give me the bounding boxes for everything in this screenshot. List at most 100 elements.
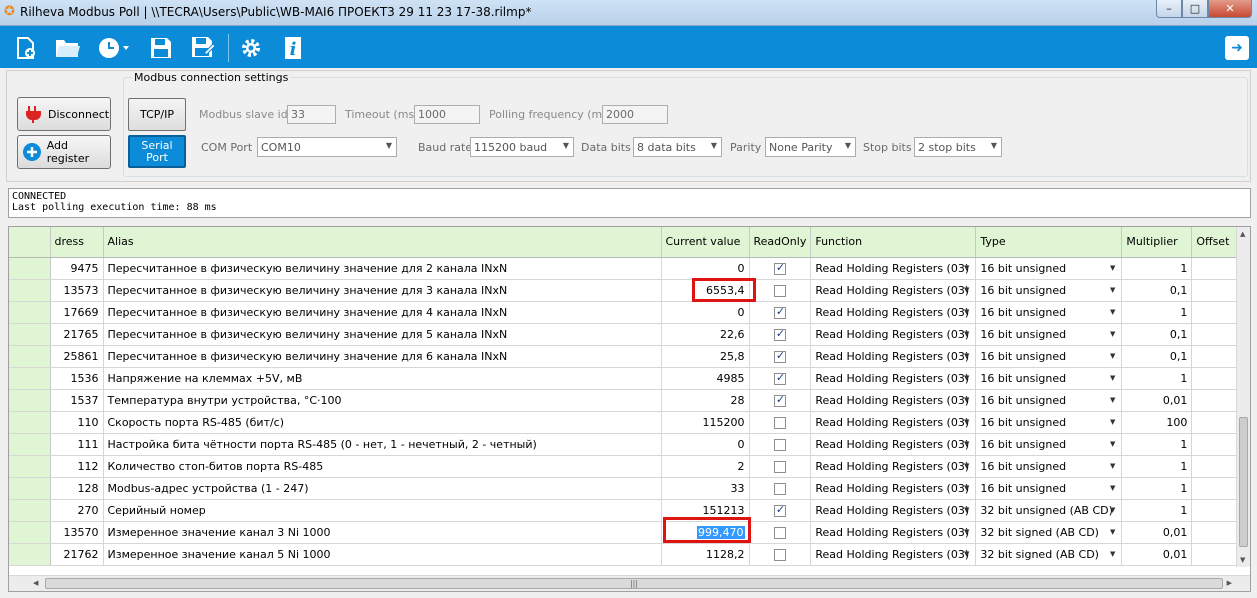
cell-type[interactable]: 16 bit unsigned ▼ — [975, 477, 1123, 500]
cell-alias[interactable]: Измеренное значение канал 5 Ni 1000 — [103, 543, 662, 566]
add-register-button[interactable]: Add register — [17, 135, 111, 169]
cell-offset[interactable] — [1191, 543, 1243, 566]
chevron-down-icon[interactable]: ▼ — [1110, 462, 1115, 470]
cell-readonly[interactable] — [749, 477, 812, 500]
chevron-down-icon[interactable]: ▼ — [964, 330, 969, 338]
cell-multiplier[interactable]: 0,01 — [1121, 543, 1193, 566]
row-header[interactable] — [9, 257, 51, 280]
readonly-checkbox[interactable] — [773, 284, 786, 297]
cell-alias[interactable]: Серийный номер — [103, 499, 662, 522]
table-row[interactable]: 1536 Напряжение на клеммах +5V, мВ 4985 Rea… — [9, 367, 1243, 390]
chevron-down-icon[interactable]: ▼ — [964, 308, 969, 316]
cell-type[interactable]: 16 bit unsigned ▼ — [975, 433, 1123, 456]
column-header-alias[interactable]: Alias — [103, 227, 662, 258]
chevron-down-icon[interactable]: ▼ — [964, 506, 969, 514]
cell-address[interactable]: 1537 — [50, 389, 104, 412]
column-header-multiplier[interactable]: Multiplier — [1121, 227, 1193, 258]
readonly-checkbox[interactable] — [773, 460, 786, 473]
cell-function[interactable]: Read Holding Registers (03) ▼ — [810, 323, 977, 346]
chevron-down-icon[interactable]: ▼ — [1110, 506, 1115, 514]
cell-multiplier[interactable]: 1 — [1121, 433, 1193, 456]
cell-type[interactable]: 32 bit signed (AB CD) ▼ — [975, 521, 1123, 544]
cell-alias[interactable]: Пересчитанное в физическую величину знач… — [103, 323, 662, 346]
chevron-down-icon[interactable]: ▼ — [964, 550, 969, 558]
cell-current-value[interactable]: 25,8 — [661, 345, 750, 368]
cell-function[interactable]: Read Holding Registers (03) ▼ — [810, 411, 977, 434]
cell-address[interactable]: 21765 — [50, 323, 104, 346]
readonly-checkbox[interactable] — [773, 349, 786, 363]
cell-address[interactable]: 13570 — [50, 521, 104, 544]
cell-function[interactable]: Read Holding Registers (03) ▼ — [810, 433, 977, 456]
maximize-button[interactable]: □ — [1182, 0, 1208, 18]
save-as-icon[interactable] — [190, 35, 216, 61]
table-row[interactable]: 128 Modbus-адрес устройства (1 - 247) 33 Re… — [9, 477, 1243, 500]
cell-offset[interactable] — [1191, 455, 1243, 478]
chevron-down-icon[interactable]: ▼ — [964, 528, 969, 536]
cell-function[interactable]: Read Holding Registers (03) ▼ — [810, 455, 977, 478]
horizontal-scroll-thumb[interactable]: ||| — [45, 578, 1223, 589]
cell-function[interactable]: Read Holding Registers (03) ▼ — [810, 279, 977, 302]
vertical-scroll-thumb[interactable] — [1239, 417, 1248, 547]
cell-offset[interactable] — [1191, 257, 1243, 280]
cell-function[interactable]: Read Holding Registers (03) ▼ — [810, 477, 977, 500]
cell-current-value[interactable]: 0 — [661, 301, 750, 324]
cell-address[interactable]: 1536 — [50, 367, 104, 390]
cell-offset[interactable] — [1191, 301, 1243, 324]
chevron-down-icon[interactable]: ▼ — [964, 440, 969, 448]
cell-offset[interactable] — [1191, 367, 1243, 390]
cell-multiplier[interactable]: 0,1 — [1121, 345, 1193, 368]
chevron-down-icon[interactable]: ▼ — [1110, 308, 1115, 316]
column-header-address[interactable]: dress — [50, 227, 104, 258]
cell-readonly[interactable] — [749, 279, 812, 302]
save-icon[interactable] — [148, 35, 174, 61]
chevron-down-icon[interactable]: ▼ — [964, 484, 969, 492]
tcp-ip-button[interactable]: TCP/IP — [128, 98, 186, 131]
cell-alias[interactable]: Настройка бита чётности порта RS-485 (0 … — [103, 433, 662, 456]
row-header[interactable] — [9, 433, 51, 456]
cell-current-value[interactable]: 28 — [661, 389, 750, 412]
cell-offset[interactable] — [1191, 323, 1243, 346]
readonly-checkbox[interactable] — [773, 416, 786, 429]
readonly-checkbox[interactable] — [773, 305, 786, 319]
cell-offset[interactable] — [1191, 499, 1243, 522]
cell-alias[interactable]: Пересчитанное в физическую величину знач… — [103, 301, 662, 324]
cell-function[interactable]: Read Holding Registers (03) ▼ — [810, 257, 977, 280]
new-file-icon[interactable] — [13, 35, 39, 61]
cell-multiplier[interactable]: 0,01 — [1121, 389, 1193, 412]
scroll-left-icon[interactable]: ◀ — [33, 579, 38, 587]
cell-function[interactable]: Read Holding Registers (03) ▼ — [810, 543, 977, 566]
cell-readonly[interactable] — [749, 301, 812, 324]
chevron-down-icon[interactable]: ▼ — [1110, 484, 1115, 492]
cell-current-value[interactable]: 2 — [661, 455, 750, 478]
table-row[interactable]: 13573 Пересчитанное в физическую величину… — [9, 279, 1243, 302]
cell-alias[interactable]: Измеренное значение канал 3 Ni 1000 — [103, 521, 662, 544]
cell-address[interactable]: 270 — [50, 499, 104, 522]
cell-function[interactable]: Read Holding Registers (03) ▼ — [810, 389, 977, 412]
cell-alias[interactable]: Количество стоп-битов порта RS-485 — [103, 455, 662, 478]
stop-bits-select[interactable]: 2 stop bits ▼ — [914, 137, 1002, 157]
table-row[interactable]: 112 Количество стоп-битов порта RS-485 2 Re… — [9, 455, 1243, 478]
chevron-down-icon[interactable]: ▼ — [964, 418, 969, 426]
readonly-checkbox[interactable] — [773, 261, 786, 275]
cell-multiplier[interactable]: 0,1 — [1121, 279, 1193, 302]
row-header[interactable] — [9, 521, 51, 544]
clock-icon[interactable] — [97, 35, 129, 61]
cell-function[interactable]: Read Holding Registers (03) ▼ — [810, 301, 977, 324]
parity-select[interactable]: None Parity ▼ — [765, 137, 856, 157]
cell-alias[interactable]: Температура внутри устройства, °С·100 — [103, 389, 662, 412]
readonly-checkbox[interactable] — [773, 438, 786, 451]
row-header[interactable] — [9, 411, 51, 434]
scroll-right-icon[interactable]: ▶ — [1227, 579, 1232, 587]
readonly-checkbox[interactable] — [773, 526, 786, 539]
cell-address[interactable]: 17669 — [50, 301, 104, 324]
table-row[interactable]: 111 Настройка бита чётности порта RS-485 … — [9, 433, 1243, 456]
cell-readonly[interactable] — [749, 257, 812, 280]
cell-address[interactable]: 111 — [50, 433, 104, 456]
row-header[interactable] — [9, 389, 51, 412]
cell-offset[interactable] — [1191, 345, 1243, 368]
cell-readonly[interactable] — [749, 345, 812, 368]
cell-current-value[interactable]: 0 — [661, 257, 750, 280]
cell-type[interactable]: 16 bit unsigned ▼ — [975, 367, 1123, 390]
cell-multiplier[interactable]: 1 — [1121, 367, 1193, 390]
cell-alias[interactable]: Modbus-адрес устройства (1 - 247) — [103, 477, 662, 500]
